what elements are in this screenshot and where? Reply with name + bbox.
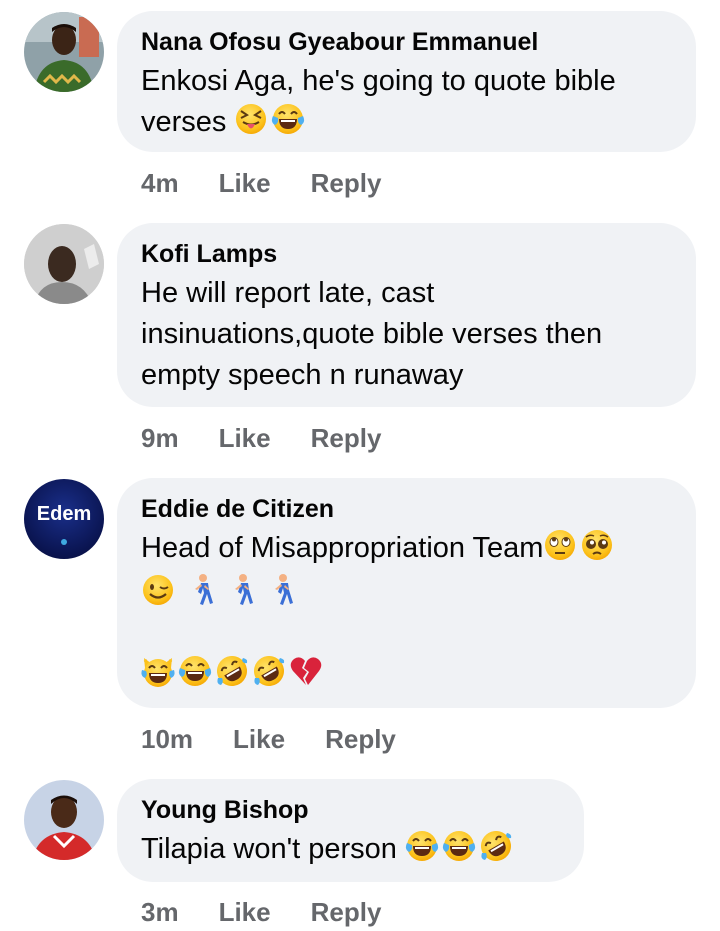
logo-dot — [61, 539, 67, 545]
pleading-emoji — [580, 528, 614, 562]
avatar-logo-text: Edem — [36, 503, 92, 525]
comment-emoji-line — [141, 573, 672, 614]
reply-button[interactable]: Reply — [311, 897, 382, 928]
comment-time: 10m — [141, 723, 194, 754]
comment-bubble[interactable]: Eddie de Citizen Head of Misappropriatio… — [117, 478, 696, 708]
tears-of-joy-emoji — [271, 102, 305, 136]
like-button[interactable]: Like — [219, 897, 271, 928]
comment-bubble[interactable]: Nana Ofosu Gyeabour Emmanuel Enkosi Aga,… — [117, 11, 696, 152]
squinting-tongue-emoji — [234, 102, 268, 136]
winking-emoji — [141, 573, 175, 607]
comment-text-line-with-emoji: Tilapia won't person — [141, 829, 560, 870]
comment-author[interactable]: Nana Ofosu Gyeabour Emmanuel — [141, 27, 672, 57]
comment-text-line: Enkosi Aga, he's going to quote bible — [141, 65, 616, 97]
comment-text-fragment: Head of Misappropriation Team — [141, 532, 544, 564]
comment-text: He will report late, cast insinuations,q… — [141, 273, 672, 396]
reply-button[interactable]: Reply — [311, 168, 382, 199]
avatar[interactable] — [24, 224, 104, 304]
avatar[interactable] — [24, 12, 104, 92]
comment-author[interactable]: Eddie de Citizen — [141, 494, 672, 524]
comment-author[interactable]: Kofi Lamps — [141, 239, 672, 269]
comment-text: Tilapia won't person — [141, 829, 560, 870]
comment-actions: 9m Like Reply — [141, 421, 381, 455]
comment-time: 4m — [141, 167, 179, 198]
comment-text-line: empty speech n runaway — [141, 359, 464, 391]
comment-text-line-with-emoji: verses — [141, 102, 672, 143]
rolling-eyes-emoji — [543, 528, 577, 562]
avatar[interactable] — [24, 780, 104, 860]
comment-actions: 4m Like Reply — [141, 166, 381, 200]
rolling-laughing-emoji — [252, 654, 286, 688]
comment-actions: 3m Like Reply — [141, 895, 381, 929]
comment-text-line: He will report late, cast — [141, 277, 435, 309]
broken-heart-emoji — [289, 654, 323, 688]
comment-time: 3m — [141, 896, 179, 927]
person-walking-emoji — [229, 573, 255, 607]
avatar-photo — [24, 224, 104, 304]
comment-bubble[interactable]: Kofi Lamps He will report late, cast ins… — [117, 223, 696, 407]
comment-emoji-line — [141, 654, 672, 695]
rolling-laughing-emoji — [479, 829, 513, 863]
like-button[interactable]: Like — [233, 724, 285, 755]
edem-logo: Edem — [24, 479, 104, 559]
comment-bubble[interactable]: Young Bishop Tilapia won't person — [117, 779, 584, 882]
avatar-photo — [24, 12, 104, 92]
tears-of-joy-emoji — [405, 829, 439, 863]
comment-text: Enkosi Aga, he's going to quote bible ve… — [141, 61, 672, 143]
person-walking-emoji — [269, 573, 295, 607]
comment-text-line: insinuations,quote bible verses then — [141, 318, 603, 350]
comment-actions: 10m Like Reply — [141, 722, 396, 756]
tears-of-joy-emoji — [178, 654, 212, 688]
avatar[interactable]: Edem — [24, 479, 104, 559]
like-button[interactable]: Like — [219, 423, 271, 454]
like-button[interactable]: Like — [219, 168, 271, 199]
comment-time: 9m — [141, 422, 179, 453]
cat-tears-of-joy-emoji — [141, 654, 175, 688]
comment-text-fragment: Tilapia won't person — [141, 833, 397, 865]
person-walking-emoji — [189, 573, 215, 607]
reply-button[interactable]: Reply — [311, 423, 382, 454]
rolling-laughing-emoji — [215, 654, 249, 688]
comment-text: Head of Misappropriation Team — [141, 528, 672, 695]
avatar-photo — [24, 780, 104, 860]
comment-text-line-with-emoji: Head of Misappropriation Team — [141, 528, 672, 569]
comment-author[interactable]: Young Bishop — [141, 795, 560, 825]
comment-text-fragment: verses — [141, 106, 227, 138]
tears-of-joy-emoji — [442, 829, 476, 863]
reply-button[interactable]: Reply — [325, 724, 396, 755]
